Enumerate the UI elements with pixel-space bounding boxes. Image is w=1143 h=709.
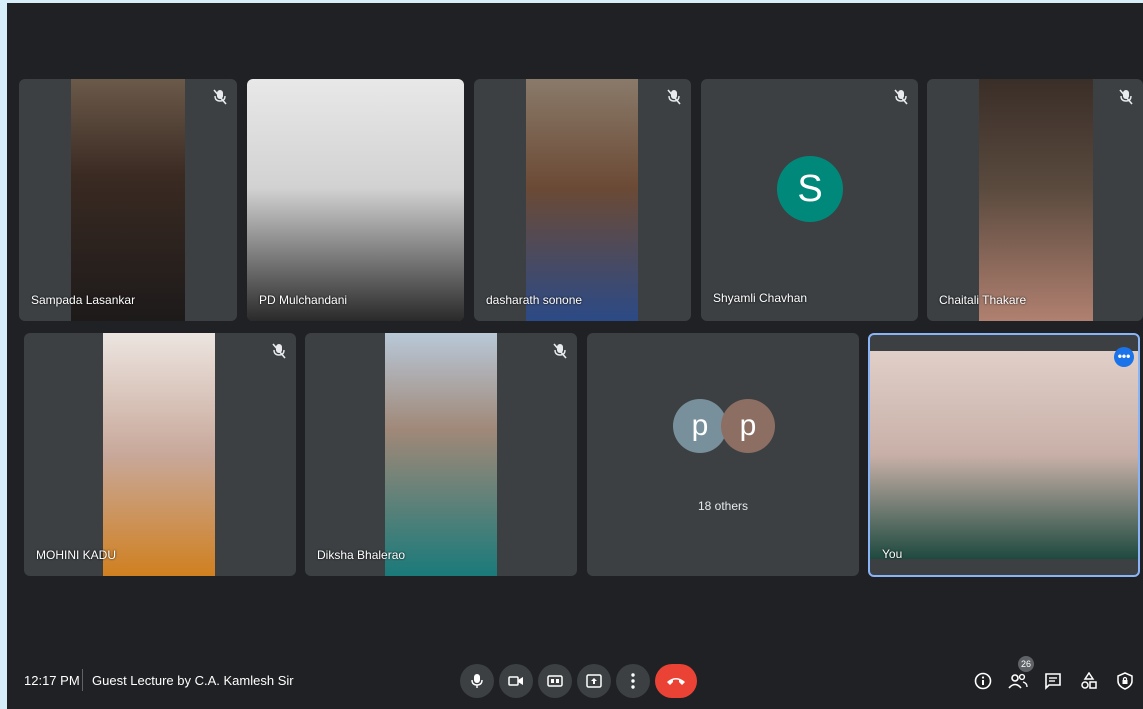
- shield-lock-icon: [1117, 672, 1133, 690]
- mic-off-icon: [272, 343, 286, 359]
- others-avatar: p: [673, 399, 727, 453]
- others-avatar: p: [721, 399, 775, 453]
- participant-name: Chaitali Thakare: [939, 293, 1027, 307]
- chat-button[interactable]: [1043, 671, 1063, 691]
- present-icon: [586, 674, 602, 688]
- mic-off-icon: [894, 89, 908, 105]
- hang-up-icon: [667, 678, 685, 685]
- participant-name: Shyamli Chavhan: [713, 291, 808, 305]
- participant-video: [247, 79, 464, 321]
- host-controls-button[interactable]: [1115, 671, 1135, 691]
- mic-off-icon: [667, 89, 681, 105]
- divider: [82, 669, 83, 691]
- participant-tile-diksha[interactable]: Diksha Bhalerao: [305, 333, 577, 576]
- chat-icon: [1045, 673, 1061, 690]
- more-options-button[interactable]: •••: [1114, 347, 1134, 367]
- mic-off-icon: [1119, 89, 1133, 105]
- microphone-button[interactable]: [460, 664, 494, 698]
- more-vertical-icon: [631, 673, 635, 689]
- present-screen-button[interactable]: [577, 664, 611, 698]
- participant-tile-dasharath[interactable]: dasharath sonone: [474, 79, 691, 321]
- self-video: [870, 351, 1138, 559]
- self-tile[interactable]: ••• You: [868, 333, 1140, 577]
- participant-video: [103, 333, 215, 576]
- participant-name: Sampada Lasankar: [31, 293, 136, 307]
- mic-off-icon: [553, 343, 567, 359]
- activities-button[interactable]: [1079, 671, 1099, 691]
- camera-button[interactable]: [499, 664, 533, 698]
- captions-icon: [547, 675, 563, 687]
- self-name: You: [882, 547, 903, 561]
- camera-icon: [508, 676, 523, 686]
- more-options-button[interactable]: [616, 664, 650, 698]
- leave-call-button[interactable]: [655, 664, 697, 698]
- participant-tile-sampada[interactable]: Sampada Lasankar: [19, 79, 237, 321]
- meeting-window: Sampada Lasankar PD Mulchandani dasharat…: [7, 3, 1143, 709]
- meeting-details-button[interactable]: [973, 671, 993, 691]
- people-icon: [1008, 673, 1028, 689]
- participant-video: [385, 333, 497, 576]
- captions-button[interactable]: [538, 664, 572, 698]
- microphone-icon: [471, 674, 483, 688]
- bottom-control-bar: 12:17 PM Guest Lecture by C.A. Kamlesh S…: [7, 653, 1143, 709]
- participant-video: [526, 79, 638, 321]
- participant-tile-shyamli[interactable]: S Shyamli Chavhan: [701, 79, 918, 321]
- participant-name: Diksha Bhalerao: [317, 548, 406, 562]
- meeting-title: Guest Lecture by C.A. Kamlesh Sir: [92, 673, 294, 688]
- participant-video: [71, 79, 185, 321]
- participant-tile-chaitali[interactable]: Chaitali Thakare: [927, 79, 1143, 321]
- info-icon: [974, 672, 992, 690]
- others-count-label: 18 others: [697, 499, 749, 513]
- participant-video: [979, 79, 1093, 321]
- activities-icon: [1081, 672, 1097, 689]
- others-tile[interactable]: p p 18 others: [587, 333, 859, 576]
- participant-avatar: S: [777, 156, 843, 222]
- participant-tile-mohini[interactable]: MOHINI KADU: [24, 333, 296, 576]
- people-button[interactable]: [1008, 671, 1028, 691]
- mic-off-icon: [213, 89, 227, 105]
- participant-tile-pd[interactable]: PD Mulchandani: [247, 79, 464, 321]
- participant-name: PD Mulchandani: [259, 293, 348, 307]
- meeting-time: 12:17 PM: [24, 673, 80, 688]
- people-count-badge: 26: [1018, 656, 1034, 672]
- participant-name: dasharath sonone: [486, 293, 583, 307]
- participant-name: MOHINI KADU: [36, 548, 117, 562]
